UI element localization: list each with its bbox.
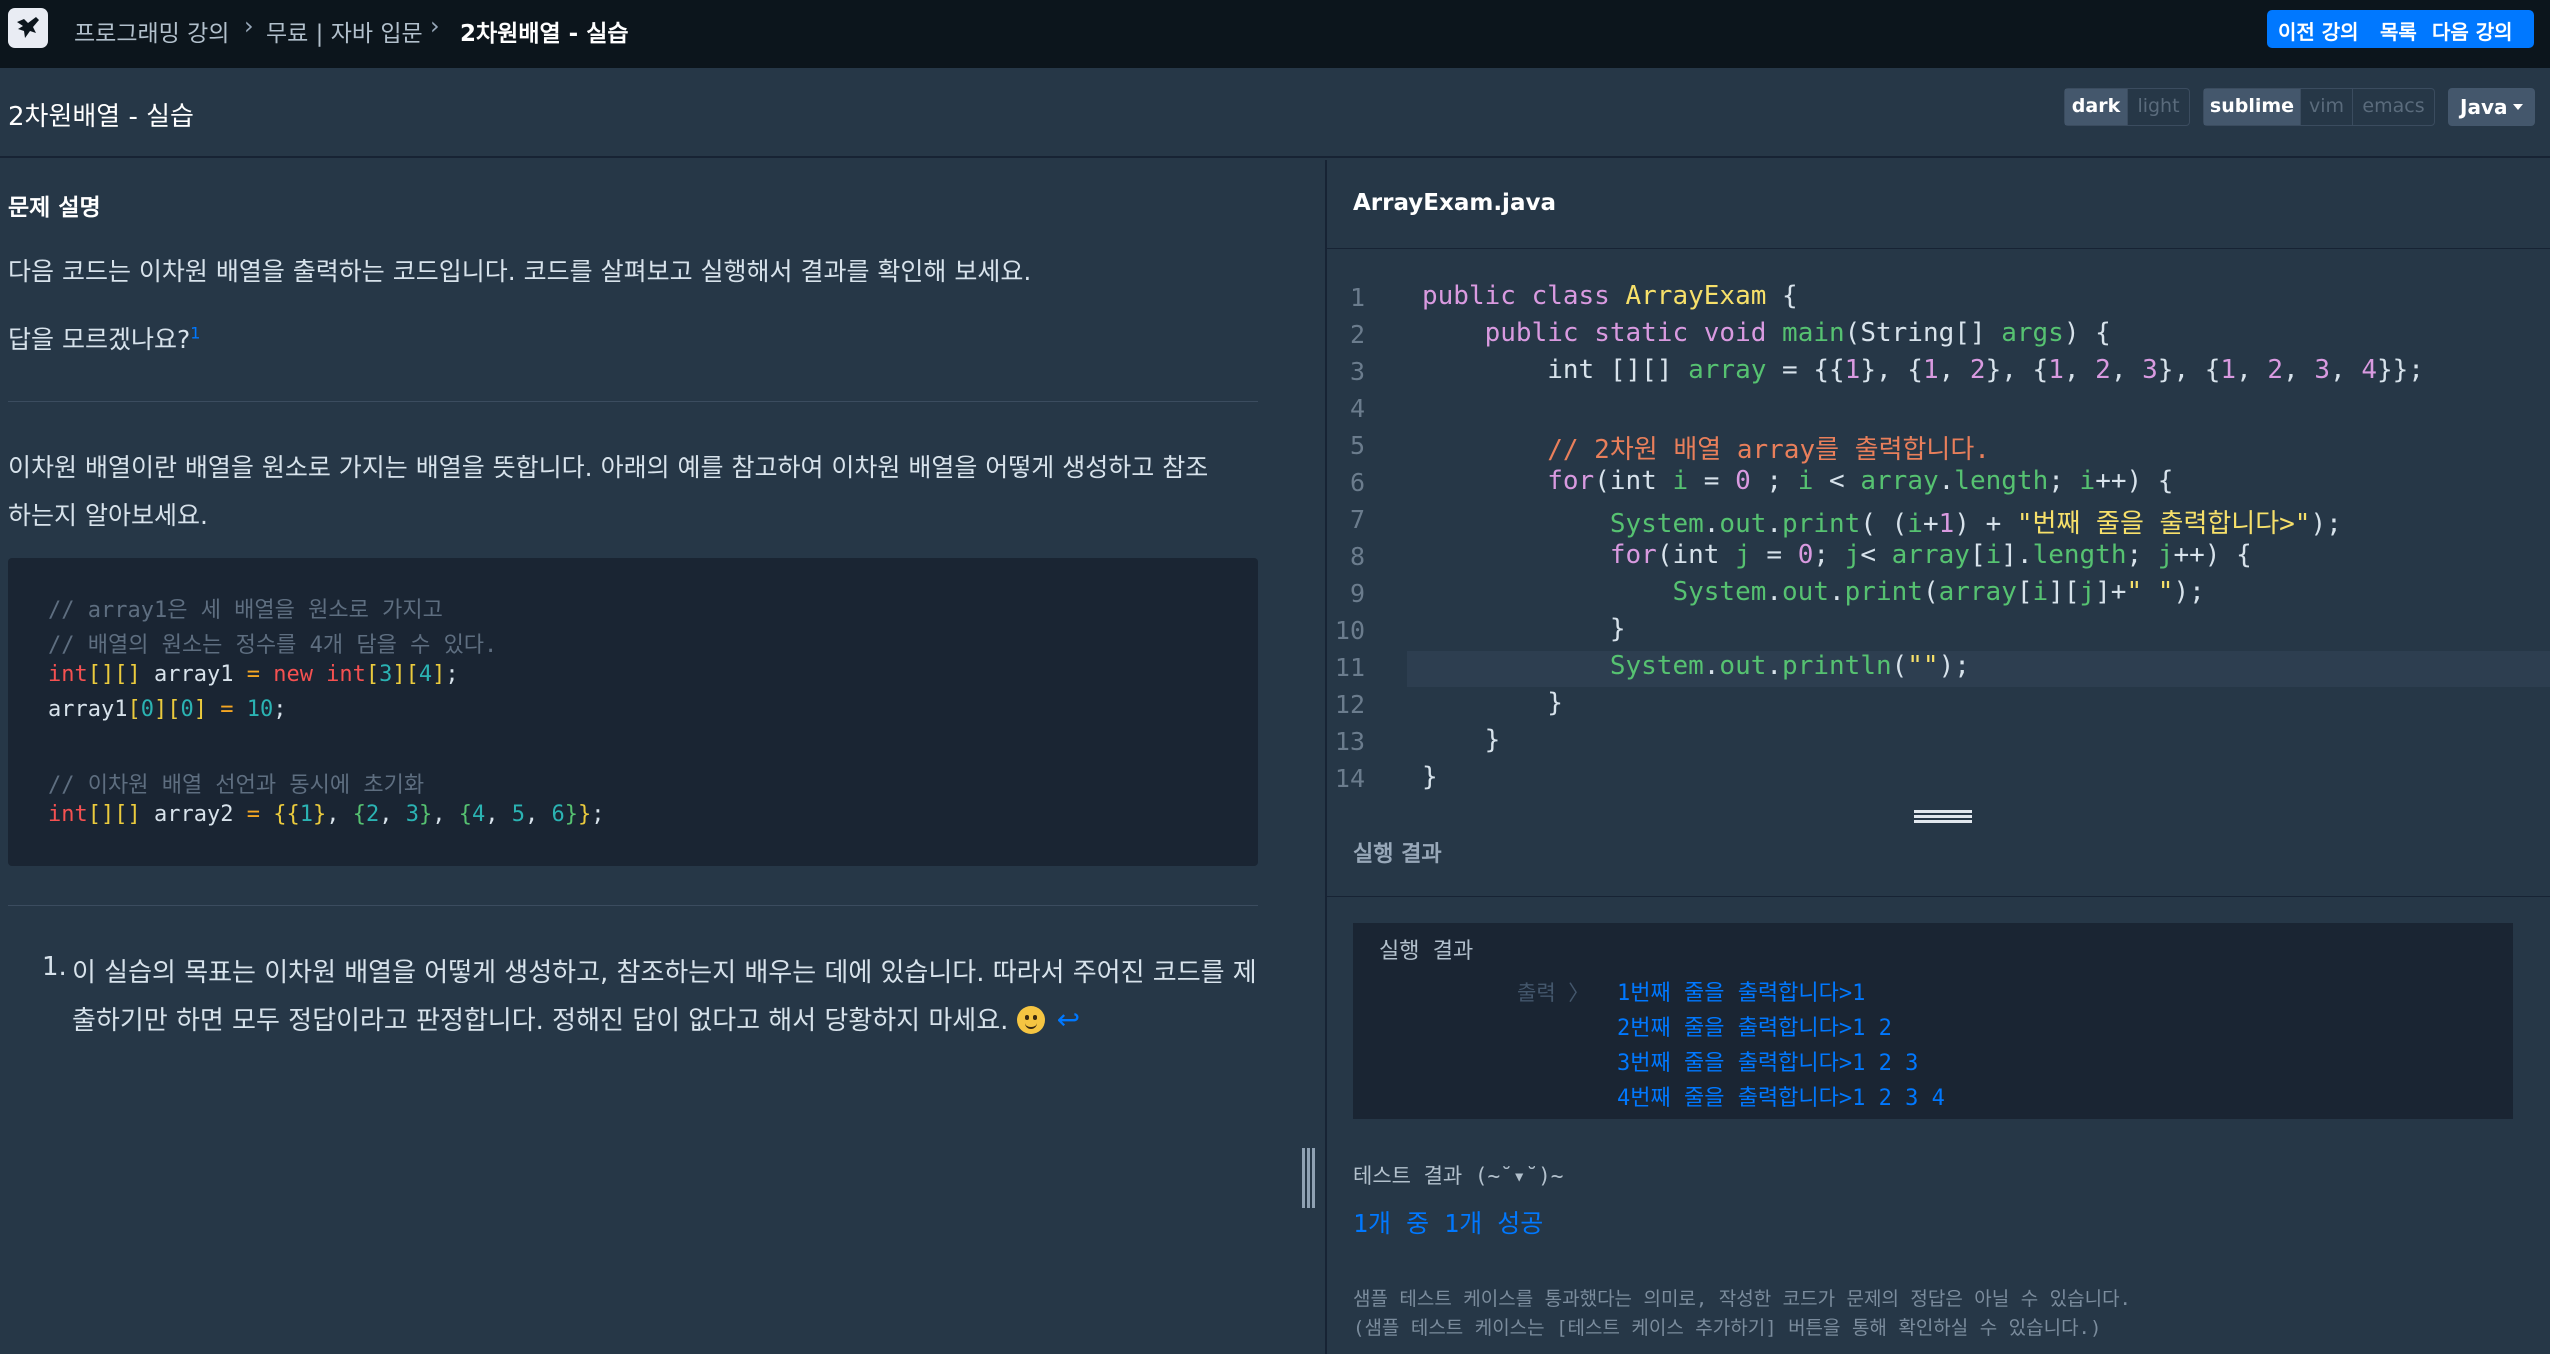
code-line: }: [1422, 614, 1626, 644]
code-editor[interactable]: 1 2 3 4 5 6 7 8 9 10 11 12 13 14 public …: [1327, 248, 2550, 808]
language-label: Java: [2460, 95, 2508, 119]
theme-light-option[interactable]: light: [2127, 89, 2189, 125]
problem-section-title: 문제 설명: [8, 195, 101, 221]
breadcrumb-separator-icon: ›: [430, 12, 440, 40]
problem-panel: 문제 설명 다음 코드는 이차원 배열을 출력하는 코드입니다. 코드를 살펴보…: [0, 160, 1323, 1354]
line-number: 3: [1349, 357, 1365, 386]
line-number: 11: [1334, 653, 1365, 682]
sample-test-note-line2: (샘플 테스트 케이스는 [테스트 케이스 추가하기] 버튼을 통해 확인하실 …: [1353, 1317, 2102, 1339]
code-line: // 배열의 원소는 정수를 4개 담을 수 있다.: [48, 633, 498, 658]
language-dropdown[interactable]: Java: [2448, 88, 2535, 126]
line-number: 7: [1349, 505, 1365, 534]
code-line: // array1은 세 배열을 원소로 가지고: [48, 598, 443, 623]
lesson-list-button[interactable]: 목록: [2380, 16, 2417, 45]
horizontal-resize-handle[interactable]: [1914, 810, 1972, 824]
theme-toggle: dark light: [2064, 88, 2190, 126]
keymap-toggle: sublime vim emacs: [2203, 88, 2435, 126]
example-code-block: // array1은 세 배열을 원소로 가지고 // 배열의 원소는 정수를 …: [8, 558, 1258, 866]
hint-footnote-link[interactable]: 1: [190, 324, 200, 343]
line-number: 5: [1349, 431, 1365, 460]
keymap-sublime-option[interactable]: sublime: [2204, 89, 2300, 125]
code-line: System.out.println("");: [1609, 651, 1970, 681]
breadcrumb-separator-icon: ›: [244, 12, 254, 40]
hint-text: 답을 모르겠나요?1: [8, 320, 200, 356]
smiley-emoji-icon: [1016, 1006, 1045, 1034]
code-line: public class ArrayExam {: [1422, 281, 1798, 311]
output-line: 3번째 줄을 출력합니다>1 2 3: [1617, 1051, 1919, 1076]
keymap-emacs-option[interactable]: emacs: [2352, 89, 2434, 125]
note-line2: 출하기만 하면 모두 정답이라고 판정합니다. 정해진 답이 없다고 해서 당황…: [72, 1006, 1009, 1036]
code-line: for(int i = 0 ; i < array.length; i++) {: [1547, 466, 2174, 496]
problem-description-line1: 이차원 배열이란 배열을 원소로 가지는 배열을 뜻합니다. 아래의 예를 참고…: [8, 453, 1209, 482]
logo-icon[interactable]: [8, 8, 48, 48]
breadcrumb-current: 2차원배열 - 실습: [460, 21, 629, 47]
console-title: 실행 결과: [1379, 939, 1474, 964]
code-line: int[][] array1 = new int[3][4];: [48, 662, 459, 687]
note-line2-wrapper: 출하기만 하면 모두 정답이라고 판정합니다. 정해진 답이 없다고 해서 당황…: [72, 1000, 1080, 1037]
code-line: }: [1422, 725, 1501, 755]
vertical-resize-handle[interactable]: [1302, 1148, 1316, 1208]
top-navigation: 프로그래밍 강의 › 무료 | 자바 입문 › 2차원배열 - 실습 이전 강의…: [0, 0, 2550, 68]
caret-down-icon: [2513, 104, 2523, 110]
breadcrumb-course[interactable]: 무료 | 자바 입문: [266, 14, 423, 48]
file-tab[interactable]: ArrayExam.java: [1353, 190, 1556, 216]
line-number: 10: [1334, 616, 1365, 645]
run-section-title: 실행 결과: [1353, 842, 1442, 867]
hint-label: 답을 모르겠나요?: [8, 325, 191, 354]
code-line: }: [1422, 762, 1438, 792]
code-line: int[][] array2 = {{1}, {2, 3}, {4, 5, 6}…: [48, 802, 605, 827]
code-line: array1[0][0] = 10;: [48, 697, 287, 722]
line-number: 14: [1334, 764, 1365, 793]
note-line1: 이 실습의 목표는 이차원 배열을 어떻게 생성하고, 참조하는지 배우는 데에…: [72, 958, 1257, 988]
lesson-header: 2차원배열 - 실습 dark light sublime vim emacs …: [0, 68, 2550, 158]
line-number: 9: [1349, 579, 1365, 608]
code-line: public static void main(String[] args) {: [1484, 318, 2111, 348]
prev-lesson-button[interactable]: 이전 강의: [2278, 16, 2359, 45]
divider: [1327, 896, 2550, 897]
note-number: 1.: [42, 952, 67, 982]
line-number: 4: [1349, 394, 1365, 423]
line-number: 12: [1334, 690, 1365, 719]
line-number: 6: [1349, 468, 1365, 497]
keymap-vim-option[interactable]: vim: [2300, 89, 2352, 125]
output-label: 출력 〉: [1517, 981, 1590, 1005]
code-line: }: [1422, 688, 1563, 718]
output-console: 실행 결과 출력 〉 1번째 줄을 출력합니다>1 2번째 줄을 출력합니다>1…: [1353, 923, 2513, 1119]
page-title: 2차원배열 - 실습: [8, 102, 194, 132]
code-line: // 2차원 배열 array를 출력합니다.: [1422, 435, 1990, 465]
code-line: for(int j = 0; j< array[i].length; j++) …: [1609, 540, 2252, 570]
code-line: int [][] array = {{1}, {1, 2}, {1, 2, 3}…: [1422, 355, 2424, 385]
divider: [8, 401, 1258, 402]
output-line: 1번째 줄을 출력합니다>1: [1617, 981, 1866, 1006]
line-number: 13: [1334, 727, 1365, 756]
next-lesson-button[interactable]: 다음 강의: [2432, 16, 2513, 45]
editor-panel: ArrayExam.java 1 2 3 4 5 6 7 8 9 10 11 1…: [1325, 160, 2550, 1354]
problem-description-line2: 하는지 알아보세요.: [8, 501, 208, 530]
output-line: 4번째 줄을 출력합니다>1 2 3 4: [1617, 1086, 1945, 1111]
line-number: 2: [1349, 320, 1365, 349]
test-result-title: 테스트 결과 (~˘▾˘)~: [1353, 1164, 1564, 1188]
code-line: // 이차원 배열 선언과 동시에 초기화: [48, 773, 425, 798]
output-line: 2번째 줄을 출력합니다>1 2: [1617, 1016, 1892, 1041]
line-number: 8: [1349, 542, 1365, 571]
sample-test-note-line1: 샘플 테스트 케이스를 통과했다는 의미로, 작성한 코드가 문제의 정답은 아…: [1353, 1288, 2131, 1310]
code-line: System.out.print( (i+1) + "번째 줄을 출력합니다>"…: [1609, 509, 2342, 539]
theme-dark-option[interactable]: dark: [2065, 89, 2127, 125]
footnote-return-icon[interactable]: ↩: [1057, 1003, 1080, 1036]
divider: [8, 905, 1258, 906]
problem-intro: 다음 코드는 이차원 배열을 출력하는 코드입니다. 코드를 살펴보고 실행해서…: [8, 257, 1032, 286]
breadcrumb-programming[interactable]: 프로그래밍 강의: [74, 14, 229, 48]
lesson-nav-buttons: 이전 강의 목록 다음 강의: [2267, 10, 2534, 48]
code-line: System.out.print(array[i][j]+" ");: [1672, 577, 2205, 607]
line-number: 1: [1349, 283, 1365, 312]
test-result-summary: 1개 중 1개 성공: [1353, 1209, 1544, 1238]
